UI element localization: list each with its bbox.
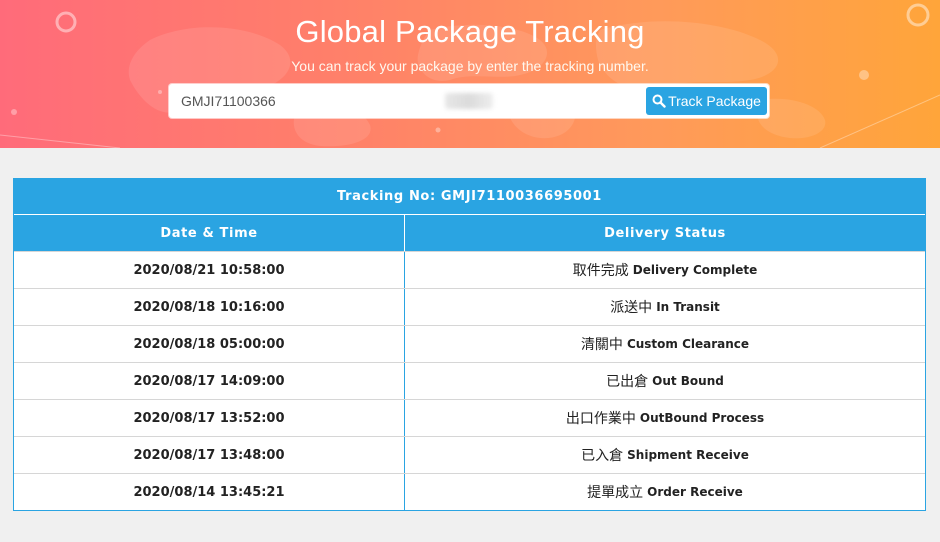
- row-status: 出口作業中 OutBound Process: [405, 400, 925, 436]
- status-en: Delivery Complete: [632, 263, 758, 277]
- status-en: OutBound Process: [639, 411, 765, 425]
- search-icon: [652, 94, 666, 108]
- row-status: 取件完成 Delivery Complete: [405, 252, 925, 288]
- row-status: 已入倉 Shipment Receive: [405, 437, 925, 473]
- hero-banner: Global Package Tracking You can track yo…: [0, 0, 940, 148]
- row-datetime: 2020/08/17 14:09:00: [14, 363, 405, 399]
- status-zh: 取件完成: [572, 263, 629, 279]
- row-datetime: 2020/08/17 13:48:00: [14, 437, 405, 473]
- table-row: 2020/08/17 13:52:00 出口作業中 OutBound Proce…: [14, 399, 925, 436]
- status-zh: 出口作業中: [565, 411, 636, 427]
- status-en: Out Bound: [652, 374, 724, 388]
- row-status: 清關中 Custom Clearance: [405, 326, 925, 362]
- redacted-digits: [445, 93, 493, 109]
- page-subtitle: You can track your package by enter the …: [291, 58, 649, 74]
- table-row: 2020/08/18 05:00:00 清關中 Custom Clearance: [14, 325, 925, 362]
- table-row: 2020/08/17 13:48:00 已入倉 Shipment Receive: [14, 436, 925, 473]
- row-datetime: 2020/08/21 10:58:00: [14, 252, 405, 288]
- row-status: 派送中 In Transit: [405, 289, 925, 325]
- column-header-datetime: Date & Time: [14, 215, 405, 251]
- row-datetime: 2020/08/17 13:52:00: [14, 400, 405, 436]
- status-zh: 已出倉: [606, 374, 649, 390]
- status-zh: 已入倉: [581, 448, 624, 464]
- row-status: 已出倉 Out Bound: [405, 363, 925, 399]
- status-zh: 提單成立: [587, 485, 644, 501]
- track-package-label: Track Package: [668, 93, 761, 109]
- row-datetime: 2020/08/14 13:45:21: [14, 474, 405, 510]
- column-header-status: Delivery Status: [604, 225, 726, 241]
- status-en: In Transit: [656, 300, 720, 314]
- row-status: 提單成立 Order Receive: [405, 474, 925, 510]
- status-zh: 派送中: [610, 300, 653, 316]
- status-zh: 清關中: [580, 337, 623, 353]
- tracking-number-input[interactable]: [169, 84, 645, 118]
- table-row: 2020/08/21 10:58:00 取件完成 Delivery Comple…: [14, 251, 925, 288]
- table-row: 2020/08/14 13:45:21 提單成立 Order Receive: [14, 473, 925, 510]
- search-bar: Track Package: [169, 84, 769, 118]
- tracking-table: Tracking No: GMJI7110036695001 Date & Ti…: [13, 178, 926, 511]
- status-en: Order Receive: [647, 485, 743, 499]
- track-package-button[interactable]: Track Package: [646, 87, 767, 115]
- table-row: 2020/08/18 10:16:00 派送中 In Transit: [14, 288, 925, 325]
- tracking-number-caption: Tracking No: GMJI7110036695001: [14, 179, 925, 215]
- row-datetime: 2020/08/18 10:16:00: [14, 289, 405, 325]
- status-en: Custom Clearance: [626, 337, 750, 351]
- table-header-row: Date & Time Delivery Status: [14, 215, 925, 251]
- status-en: Shipment Receive: [627, 448, 749, 462]
- table-row: 2020/08/17 14:09:00 已出倉 Out Bound: [14, 362, 925, 399]
- row-datetime: 2020/08/18 05:00:00: [14, 326, 405, 362]
- page-title: Global Package Tracking: [295, 14, 645, 49]
